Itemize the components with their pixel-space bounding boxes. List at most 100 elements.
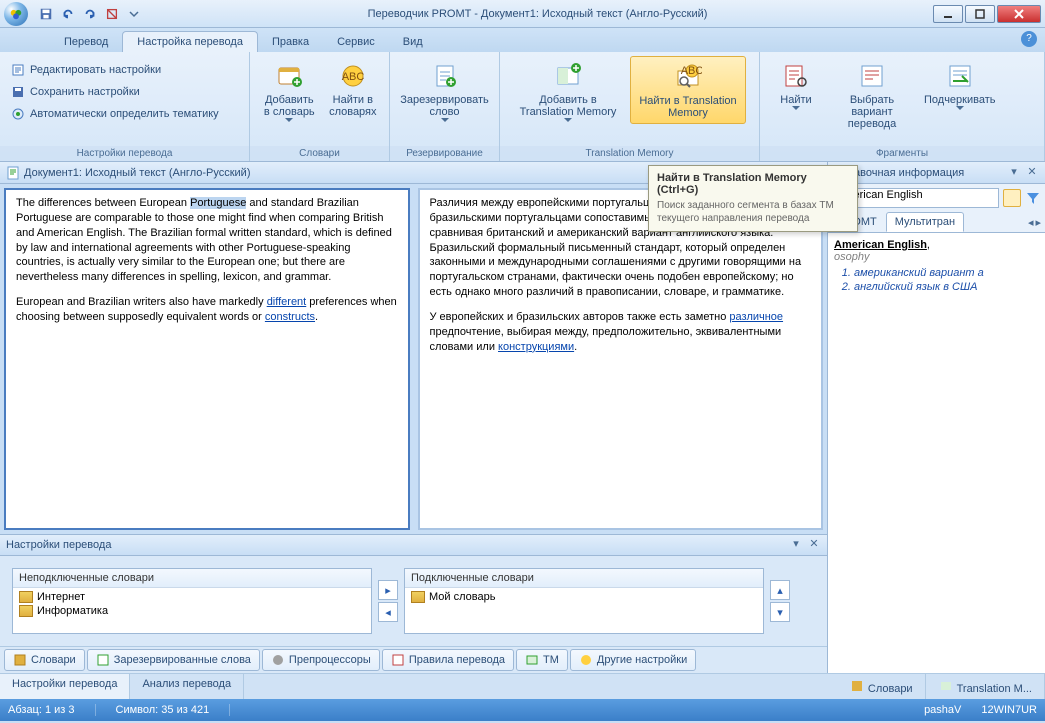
tab-translation-settings[interactable]: Настройка перевода: [122, 31, 258, 52]
minimize-button[interactable]: [933, 5, 963, 23]
auto-detect-topic-button[interactable]: Автоматически определить тематику: [6, 104, 223, 124]
target-text-editor[interactable]: Различия между европейскими португальцам…: [418, 188, 824, 530]
lookup-button[interactable]: [1003, 189, 1021, 207]
panel-tab-analysis[interactable]: Анализ перевода: [130, 674, 244, 699]
connected-dictionaries: Подключенные словари Мой словарь: [404, 568, 764, 634]
panel-dropdown-icon[interactable]: ▾: [789, 538, 803, 552]
help-icon[interactable]: ?: [1021, 31, 1037, 47]
status-paragraph: Абзац: 1 из 3: [8, 704, 96, 716]
choose-variant-button[interactable]: Выбрать вариант перевода: [826, 56, 918, 134]
tm-find-icon: ABC: [672, 61, 704, 93]
settings-tab-dictionaries[interactable]: Словари: [4, 649, 85, 671]
status-symbol: Символ: 35 из 421: [116, 704, 231, 716]
redo-icon[interactable]: [80, 4, 100, 24]
tab-scroll-left-icon[interactable]: ◂: [1028, 216, 1034, 229]
find-in-dictionaries-button[interactable]: ABC Найти в словарях: [323, 56, 383, 122]
result-term: American English: [834, 239, 927, 251]
source-text-editor[interactable]: The differences between European Portugu…: [4, 188, 410, 530]
other-icon: [579, 653, 593, 667]
document-icon: [6, 166, 20, 180]
maximize-button[interactable]: [965, 5, 995, 23]
titlebar: Переводчик PROMT - Документ1: Исходный т…: [0, 0, 1045, 28]
result-category: osophy: [834, 251, 1039, 263]
main-editor-area: The differences between European Portugu…: [0, 184, 827, 534]
tab-translate[interactable]: Перевод: [50, 32, 122, 52]
undo-icon[interactable]: [58, 4, 78, 24]
underline-icon: [944, 60, 976, 92]
result-meaning[interactable]: английский язык в США: [854, 281, 1039, 293]
tooltip: Найти в Translation Memory (Ctrl+G) Поис…: [648, 165, 858, 232]
settings-tab-other[interactable]: Другие настройки: [570, 649, 696, 671]
app-menu-button[interactable]: [4, 2, 28, 26]
underline-button[interactable]: Подчеркивать: [918, 56, 1002, 115]
dict-row[interactable]: Интернет: [15, 590, 369, 604]
find-icon: [780, 60, 812, 92]
move-left-button[interactable]: ◂: [378, 602, 398, 622]
move-up-button[interactable]: ▴: [770, 580, 790, 600]
ribbon-tabs: Перевод Настройка перевода Правка Сервис…: [0, 28, 1045, 52]
window-title: Переводчик PROMT - Документ1: Исходный т…: [144, 8, 931, 20]
book-icon: [849, 678, 865, 694]
add-to-dictionary-button[interactable]: Добавить в словарь: [256, 56, 323, 127]
filter-icon[interactable]: [1025, 190, 1041, 206]
result-meaning[interactable]: американский вариант а: [854, 267, 1039, 279]
save-settings-button[interactable]: Сохранить настройки: [6, 82, 144, 102]
close-button[interactable]: [997, 5, 1041, 23]
settings-panel-title: Настройки перевода: [6, 539, 789, 551]
qat-dropdown-icon[interactable]: [124, 4, 144, 24]
save-settings-icon: [10, 84, 26, 100]
dictionary-icon: [19, 605, 33, 617]
dropdown-icon: [792, 106, 800, 111]
group-label-settings: Настройки перевода: [0, 146, 249, 161]
settings-tab-rules[interactable]: Правила перевода: [382, 649, 514, 671]
tm-icon: [525, 653, 539, 667]
group-label-dictionaries: Словари: [250, 146, 389, 161]
panel-tab-dictionaries-right[interactable]: Словари: [837, 674, 926, 699]
reserve-word-button[interactable]: Зарезервировать слово: [396, 56, 493, 127]
tab-edit[interactable]: Правка: [258, 32, 323, 52]
tab-view[interactable]: Вид: [389, 32, 437, 52]
reserve-icon: [429, 60, 461, 92]
settings-tab-tm[interactable]: TM: [516, 649, 568, 671]
edit-icon: [10, 62, 26, 78]
dictionary-add-icon: [273, 60, 305, 92]
panel-close-icon[interactable]: ✕: [807, 538, 821, 552]
panel-close-icon[interactable]: ✕: [1025, 166, 1039, 180]
dictionary-icon: [411, 591, 425, 603]
status-bar: Абзац: 1 из 3 Символ: 35 из 421 pashaV 1…: [0, 699, 1045, 721]
dictionaries-settings: Неподключенные словари Интернет Информат…: [0, 556, 827, 646]
settings-tab-preprocessors[interactable]: Препроцессоры: [262, 649, 380, 671]
tab-scroll-right-icon[interactable]: ▸: [1035, 216, 1041, 229]
find-button[interactable]: Найти: [766, 56, 826, 115]
find-in-tm-button[interactable]: ABC Найти в Translation Memory: [630, 56, 746, 124]
settings-tabs: Словари Зарезервированные слова Препроце…: [0, 646, 827, 673]
unconnected-dictionaries: Неподключенные словари Интернет Информат…: [12, 568, 372, 634]
dictionary-find-icon: ABC: [337, 60, 369, 92]
book-icon: [13, 653, 27, 667]
auto-detect-icon: [10, 106, 26, 122]
save-icon[interactable]: [36, 4, 56, 24]
edit-settings-button[interactable]: Редактировать настройки: [6, 60, 165, 80]
tab-service[interactable]: Сервис: [323, 32, 389, 52]
dict-row[interactable]: Информатика: [15, 604, 369, 618]
add-to-tm-button[interactable]: Добавить в Translation Memory: [506, 56, 630, 127]
move-right-button[interactable]: ▸: [378, 580, 398, 600]
panel-tab-settings[interactable]: Настройки перевода: [0, 674, 130, 699]
move-down-button[interactable]: ▾: [770, 602, 790, 622]
reference-tab-multitran[interactable]: Мультитран: [886, 212, 964, 232]
tooltip-body: Поиск заданного сегмента в базах TM теку…: [657, 199, 849, 225]
settings-tab-reserved[interactable]: Зарезервированные слова: [87, 649, 260, 671]
variant-icon: [856, 60, 888, 92]
cancel-icon[interactable]: [102, 4, 122, 24]
reference-panel-title: Справочная информация: [834, 167, 1007, 179]
group-label-tm: Translation Memory: [500, 146, 759, 161]
gear-icon: [271, 653, 285, 667]
reference-panel: Справочная информация ▾ ✕ American Engli…: [827, 162, 1045, 534]
dictionary-icon: [19, 591, 33, 603]
dropdown-icon: [564, 118, 572, 123]
dict-row[interactable]: Мой словарь: [407, 590, 761, 604]
panel-dropdown-icon[interactable]: ▾: [1007, 166, 1021, 180]
group-label-reservation: Резервирование: [390, 146, 499, 161]
panel-tab-tm-right[interactable]: Translation M...: [926, 674, 1045, 699]
selected-word: Portuguese: [190, 197, 246, 209]
